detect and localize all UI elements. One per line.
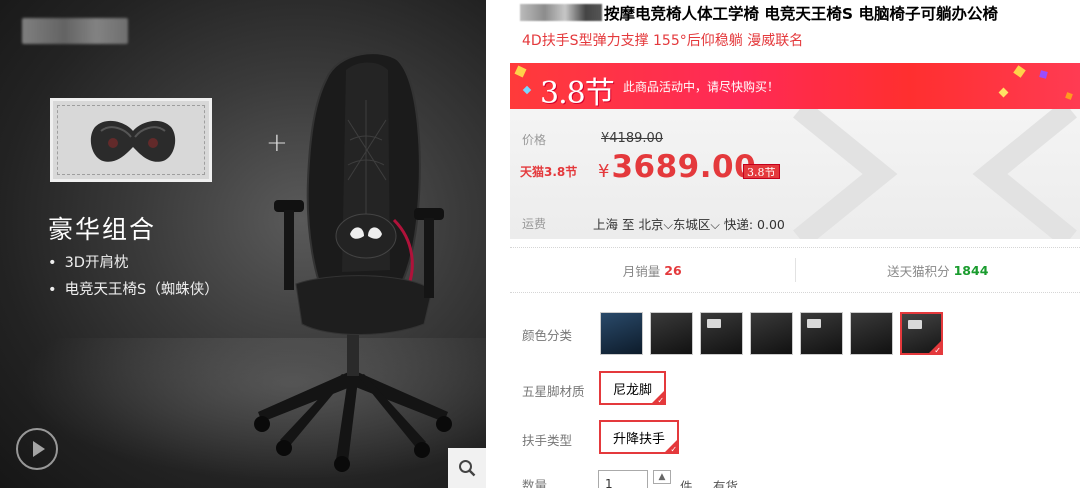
armrest-type-value: 升降扶手 — [613, 431, 666, 447]
magnifier-icon — [459, 460, 476, 477]
confetti-shape — [522, 85, 532, 95]
tmall-points-value: 1844 — [953, 262, 989, 278]
stock-status: 有货 — [713, 479, 739, 488]
quantity-input[interactable]: 1 — [598, 470, 648, 488]
banner-message: 此商品活动中，请尽快购买！ — [623, 80, 780, 94]
armrest-type-option[interactable]: 升降扶手 — [599, 420, 680, 454]
banner-logo: 3.8节 — [540, 76, 615, 109]
color-option-label: 颜色分类 — [522, 328, 573, 343]
color-swatch[interactable] — [800, 312, 843, 355]
product-detail-panel: 按摩电竞椅人体工学椅 电竞天王椅S 电脑椅子可躺办公椅 4D扶手S型弹力支撑 1… — [510, 0, 1080, 488]
sales-stats-bar: 月销量 26 送天猫积分 1844 — [510, 247, 1080, 293]
base-material-label: 五星脚材质 — [522, 384, 585, 399]
base-material-option[interactable]: 尼龙脚 — [599, 371, 667, 405]
pillow-image-frame — [50, 98, 212, 182]
original-price: ¥4189.00 — [601, 131, 664, 146]
shipping-label: 运费 — [522, 217, 547, 231]
gaming-chair-image — [254, 52, 452, 472]
shipping-destination-selector[interactable]: 上海 至 北京⌵东城区⌵ 快递: 0.00 — [593, 214, 785, 233]
current-price-value: 3689.00 — [611, 149, 757, 185]
currency-symbol: ¥ — [598, 161, 610, 182]
base-material-value: 尼龙脚 — [613, 382, 653, 398]
product-main-image[interactable]: + 豪华组合 3D开肩枕 电竞天王椅S（蜘蛛侠） — [0, 0, 486, 488]
combo-title: 豪华组合 — [48, 215, 157, 244]
promo-banner: 3.8节 此商品活动中，请尽快购买！ — [510, 63, 1080, 109]
monthly-sales: 月销量 26 — [510, 258, 796, 282]
color-swatch[interactable] — [600, 312, 643, 355]
brand-name-blurred — [520, 4, 602, 21]
play-video-button[interactable] — [16, 428, 58, 470]
quantity-label: 数量 — [522, 478, 548, 488]
quantity-unit: 件 — [680, 479, 693, 488]
product-subtitle: 4D扶手S型弹力支撑 155°后仰稳躺 漫威联名 — [522, 33, 804, 49]
color-swatch-list — [600, 312, 943, 355]
combo-list: 3D开肩枕 电竞天王椅S（蜘蛛侠） — [48, 250, 219, 304]
tmall-points: 送天猫积分 1844 — [796, 248, 1080, 292]
color-swatch-selected[interactable] — [900, 312, 943, 355]
confetti-shape — [998, 87, 1009, 98]
confetti-shape — [514, 65, 527, 78]
combo-item: 3D开肩枕 — [48, 250, 219, 277]
color-swatch[interactable] — [700, 312, 743, 355]
pillow-thumbnail-icon — [707, 319, 721, 328]
selected-check-icon — [652, 391, 665, 403]
zoom-button[interactable] — [448, 448, 486, 488]
color-swatch[interactable] — [850, 312, 893, 355]
tmall-festival-label: 天猫3.8节 — [520, 165, 578, 179]
pillow-thumbnail-icon — [807, 319, 821, 328]
color-swatch[interactable] — [750, 312, 793, 355]
combo-item: 电竞天王椅S（蜘蛛侠） — [48, 277, 219, 304]
confetti-shape — [1065, 92, 1073, 100]
selected-check-icon — [665, 440, 678, 452]
product-title-row: 按摩电竞椅人体工学椅 电竞天王椅S 电脑椅子可躺办公椅 — [520, 2, 998, 24]
confetti-shape — [1013, 65, 1026, 78]
selected-check-icon — [929, 341, 941, 353]
tmall-points-label: 送天猫积分 — [887, 263, 950, 279]
price-label: 价格 — [522, 133, 547, 147]
product-title: 按摩电竞椅人体工学椅 电竞天王椅S 电脑椅子可躺办公椅 — [604, 5, 998, 23]
color-swatch[interactable] — [650, 312, 693, 355]
promo-price-box: 3.8节 此商品活动中，请尽快购买！ 价格 ¥4189.00 天猫3.8节 ¥3… — [510, 63, 1080, 239]
pillow-thumbnail-icon — [908, 320, 922, 329]
confetti-shape — [1039, 70, 1048, 79]
current-price: ¥3689.00 — [598, 149, 756, 185]
monthly-sales-value: 26 — [664, 262, 682, 278]
festival-badge: 3.8节 — [743, 164, 780, 179]
brand-logo-blurred — [22, 18, 128, 44]
quantity-increase-button[interactable]: ▲ — [653, 470, 671, 484]
armrest-type-label: 扶手类型 — [522, 433, 573, 448]
monthly-sales-label: 月销量 — [622, 263, 661, 279]
pillow-icon — [90, 120, 176, 162]
